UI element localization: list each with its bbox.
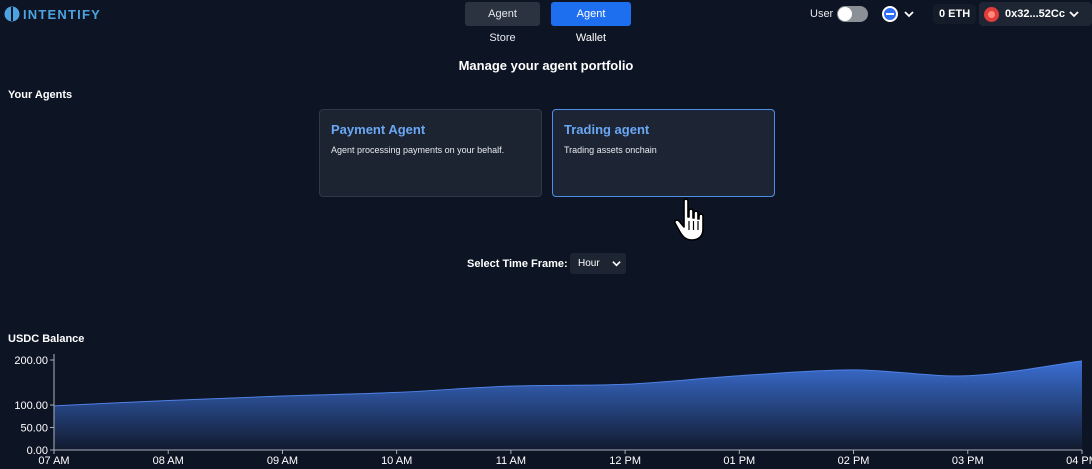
y-tick-label: 50.00 [20,423,48,435]
agent-card-payment[interactable]: Payment Agent Agent processing payments … [319,109,542,197]
agent-card-description: Trading assets onchain [564,145,657,155]
chevron-down-icon [904,11,914,18]
account-address: 0x32...52Cc [1005,8,1065,20]
agent-card-description: Agent processing payments on your behalf… [331,145,505,155]
your-agents-label: Your Agents [8,89,73,101]
usdc-balance-chart: 200.00100.0050.000.0007 AM 08 AM 09 AM 10 A… [14,354,1092,467]
x-tick-label: 11 AM [496,455,526,467]
x-tick-label: 10 AM [381,455,412,467]
time-frame-label: Select Time Frame: [467,258,568,270]
toggle-knob [838,7,852,21]
time-frame-select[interactable]: Hour [570,253,626,274]
x-tick-label: 03 PM [952,455,984,467]
agent-card-title: Payment Agent [331,122,426,137]
hand-cursor-icon [674,198,704,241]
page-title: Manage your agent portfolio [458,58,634,73]
agent-card-trading[interactable]: Trading agent Trading assets onchain [552,109,775,197]
chart-title: USDC Balance [8,333,85,345]
logo-text: INTENTIFY [23,6,101,22]
chevron-down-icon [1069,11,1079,18]
avatar [984,6,999,22]
logo[interactable]: INTENTIFY [4,6,101,22]
top-bar: INTENTIFY Agent Store Agent Wallet User … [0,0,1092,44]
x-tick-label: 08 AM [153,455,184,467]
network-selector[interactable] [882,4,920,24]
x-tick-label: 09 AM [267,455,298,467]
eth-balance: 0 ETH [933,4,977,24]
x-tick-label: 04 PM [1066,455,1092,467]
agent-card-title: Trading agent [564,122,650,137]
y-tick-label: 200.00 [14,355,48,367]
time-frame-value: Hour [578,258,600,269]
x-tick-label: 02 PM [838,455,870,467]
x-tick-label: 12 PM [609,455,641,467]
user-toggle[interactable] [837,6,868,22]
network-icon [882,6,898,22]
x-tick-label: 01 PM [723,455,755,467]
agent-store-button[interactable]: Agent Store [465,2,540,44]
chevron-down-icon [612,261,621,267]
logo-icon [4,6,20,22]
x-tick-label: 07 AM [38,455,69,467]
user-toggle-label: User [810,8,834,20]
agent-wallet-button[interactable]: Agent Wallet [551,2,631,44]
y-tick-label: 100.00 [14,400,48,412]
account-button[interactable]: 0x32...52Cc [979,2,1092,26]
